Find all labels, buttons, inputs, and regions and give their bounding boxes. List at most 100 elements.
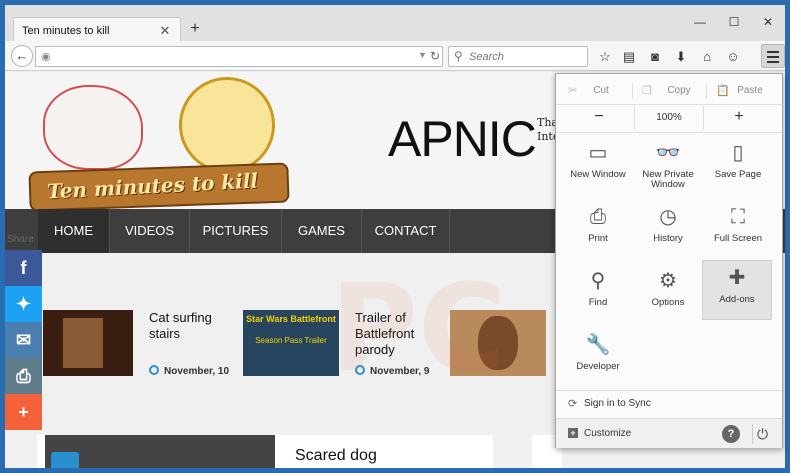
customize-button[interactable]: Customize <box>584 428 631 439</box>
copy-label: Copy <box>667 85 691 96</box>
menu-item-label: New Private Window <box>642 169 694 190</box>
wrench-icon: 🔧 <box>585 334 611 356</box>
fullscreen-icon: ⛶ <box>731 206 745 228</box>
video-icon <box>51 452 79 468</box>
home-icon[interactable]: ⌂ <box>697 47 717 67</box>
developer-button[interactable]: 🔧 Developer <box>564 328 632 388</box>
scissors-icon: ✂ <box>568 85 578 97</box>
edit-controls: ✂ Cut ❐ Copy 📋 Paste <box>556 80 782 102</box>
article-title-card[interactable]: Scared dog <box>275 435 493 468</box>
post-title[interactable]: Trailer of Battlefront parody <box>355 310 441 358</box>
app-menu-panel: ✂ Cut ❐ Copy 📋 Paste − 100% + ▭ New Wind… <box>555 73 783 448</box>
menu-button[interactable] <box>761 44 785 68</box>
page-icon: ▯ <box>732 142 744 164</box>
post-thumbnail[interactable]: Star Wars Battlefront Season Pass Traile… <box>243 310 339 376</box>
nav-pictures[interactable]: PICTURES <box>190 209 282 253</box>
tab-title: Ten minutes to kill <box>22 24 110 37</box>
close-icon[interactable]: ✕ <box>158 23 172 39</box>
maximize-icon[interactable]: ☐ <box>723 13 745 31</box>
new-private-window-button[interactable]: 👓 New Private Window <box>634 136 702 196</box>
full-screen-button[interactable]: ⛶ Full Screen <box>704 200 772 260</box>
divider <box>632 83 633 99</box>
clipboard-icon: 📋 <box>716 85 730 97</box>
list-item[interactable]: Cat surfing stairs November, 10 <box>43 310 243 377</box>
more-share-button[interactable]: + <box>5 394 42 430</box>
help-button[interactable]: ? <box>722 425 740 443</box>
bookmark-star-icon[interactable]: ☆ <box>595 47 615 67</box>
post-thumbnail[interactable] <box>43 310 133 376</box>
title-bar: Ten minutes to kill ✕ + — ☐ ✕ <box>5 5 785 43</box>
twitter-icon: ✦ <box>15 294 32 314</box>
new-window-button[interactable]: ▭ New Window <box>564 136 632 196</box>
post-title[interactable]: Cat surfing stairs <box>149 310 235 342</box>
url-bar[interactable]: ◉ ▼ ↻ <box>35 46 443 67</box>
add-ons-button[interactable]: ✚ Add-ons <box>702 260 772 320</box>
banner-ad-brand[interactable]: APNIC <box>388 110 537 168</box>
new-tab-button[interactable]: + <box>185 19 205 39</box>
nav-home[interactable]: HOME <box>38 209 110 253</box>
paste-button[interactable]: 📋 Paste <box>710 80 776 102</box>
pocket-icon[interactable]: ◙ <box>645 47 665 67</box>
list-item[interactable] <box>450 310 550 376</box>
reload-icon[interactable]: ↻ <box>430 49 440 63</box>
article-card[interactable] <box>37 435 275 468</box>
post-thumbnail[interactable] <box>450 310 546 376</box>
search-icon: ⚲ <box>454 49 463 63</box>
minimize-icon[interactable]: — <box>689 13 711 31</box>
menu-item-label: Find <box>588 297 608 308</box>
share-label: Share <box>7 234 34 245</box>
menu-item-label: Full Screen <box>713 233 763 244</box>
power-icon[interactable]: ⏻ <box>752 424 772 444</box>
history-button[interactable]: ◷ History <box>634 200 702 260</box>
menu-item-label: History <box>653 233 683 244</box>
list-item[interactable]: Star Wars Battlefront Season Pass Traile… <box>243 310 443 377</box>
sync-button[interactable]: ⟳ Sign in to Sync <box>556 390 782 416</box>
hello-icon[interactable]: ☺ <box>723 47 743 67</box>
facebook-share-button[interactable]: f <box>5 250 42 286</box>
nav-games[interactable]: GAMES <box>282 209 362 253</box>
copy-button[interactable]: ❐ Copy <box>636 80 708 102</box>
nav-videos[interactable]: VIDEOS <box>110 209 190 253</box>
menu-item-label: Print <box>588 233 608 244</box>
search-input[interactable] <box>469 49 584 65</box>
clock-icon <box>149 365 159 375</box>
magnifier-icon: ⚲ <box>590 270 606 292</box>
divider <box>556 104 782 105</box>
puzzle-icon: ✚ <box>728 267 746 289</box>
customize-icon: + <box>568 428 578 438</box>
sync-label: Sign in to Sync <box>584 398 651 409</box>
nav-contact[interactable]: CONTACT <box>362 209 450 253</box>
post-date-text: November, 10 <box>164 366 230 377</box>
print-button[interactable]: ⎙ Print <box>564 200 632 260</box>
search-bar[interactable]: ⚲ <box>448 46 588 67</box>
save-page-button[interactable]: ▯ Save Page <box>704 136 772 196</box>
site-logo[interactable]: Ten minutes to kill <box>28 77 297 212</box>
divider <box>556 132 782 133</box>
article-thumbnail[interactable] <box>45 435 275 468</box>
twitter-share-button[interactable]: ✦ <box>5 286 42 322</box>
clock-icon <box>355 365 365 375</box>
window-close-icon[interactable]: ✕ <box>757 13 779 31</box>
email-share-button[interactable]: ✉ <box>5 322 42 358</box>
zoom-out-button[interactable]: − <box>564 106 634 130</box>
zoom-reset-button[interactable]: 100% <box>634 106 704 130</box>
paste-label: Paste <box>737 85 763 96</box>
download-icon[interactable]: ⬇ <box>671 47 691 67</box>
sync-icon: ⟳ <box>568 398 578 410</box>
tab-ten-minutes[interactable]: Ten minutes to kill ✕ <box>13 17 181 43</box>
options-button[interactable]: ⚙ Options <box>634 264 702 324</box>
globe-icon: ◉ <box>41 51 51 63</box>
find-button[interactable]: ⚲ Find <box>564 264 632 324</box>
email-icon: ✉ <box>15 330 32 350</box>
zoom-in-button[interactable]: + <box>704 106 774 130</box>
navigation-toolbar: ← ◉ ▼ ↻ ⚲ ☆ ▤ ◙ ⬇ ⌂ ☺ <box>5 41 785 71</box>
menu-item-label: New Window <box>570 169 626 180</box>
plus-icon: + <box>18 402 29 422</box>
back-button[interactable]: ← <box>11 45 33 67</box>
dropdown-arrow-icon[interactable]: ▼ <box>418 50 427 60</box>
cut-button[interactable]: ✂ Cut <box>562 80 626 102</box>
thumbnail-detail <box>63 318 103 368</box>
article-title[interactable]: Scared dog <box>295 447 377 465</box>
reading-list-icon[interactable]: ▤ <box>619 47 639 67</box>
print-share-button[interactable]: ⎙ <box>5 358 42 394</box>
